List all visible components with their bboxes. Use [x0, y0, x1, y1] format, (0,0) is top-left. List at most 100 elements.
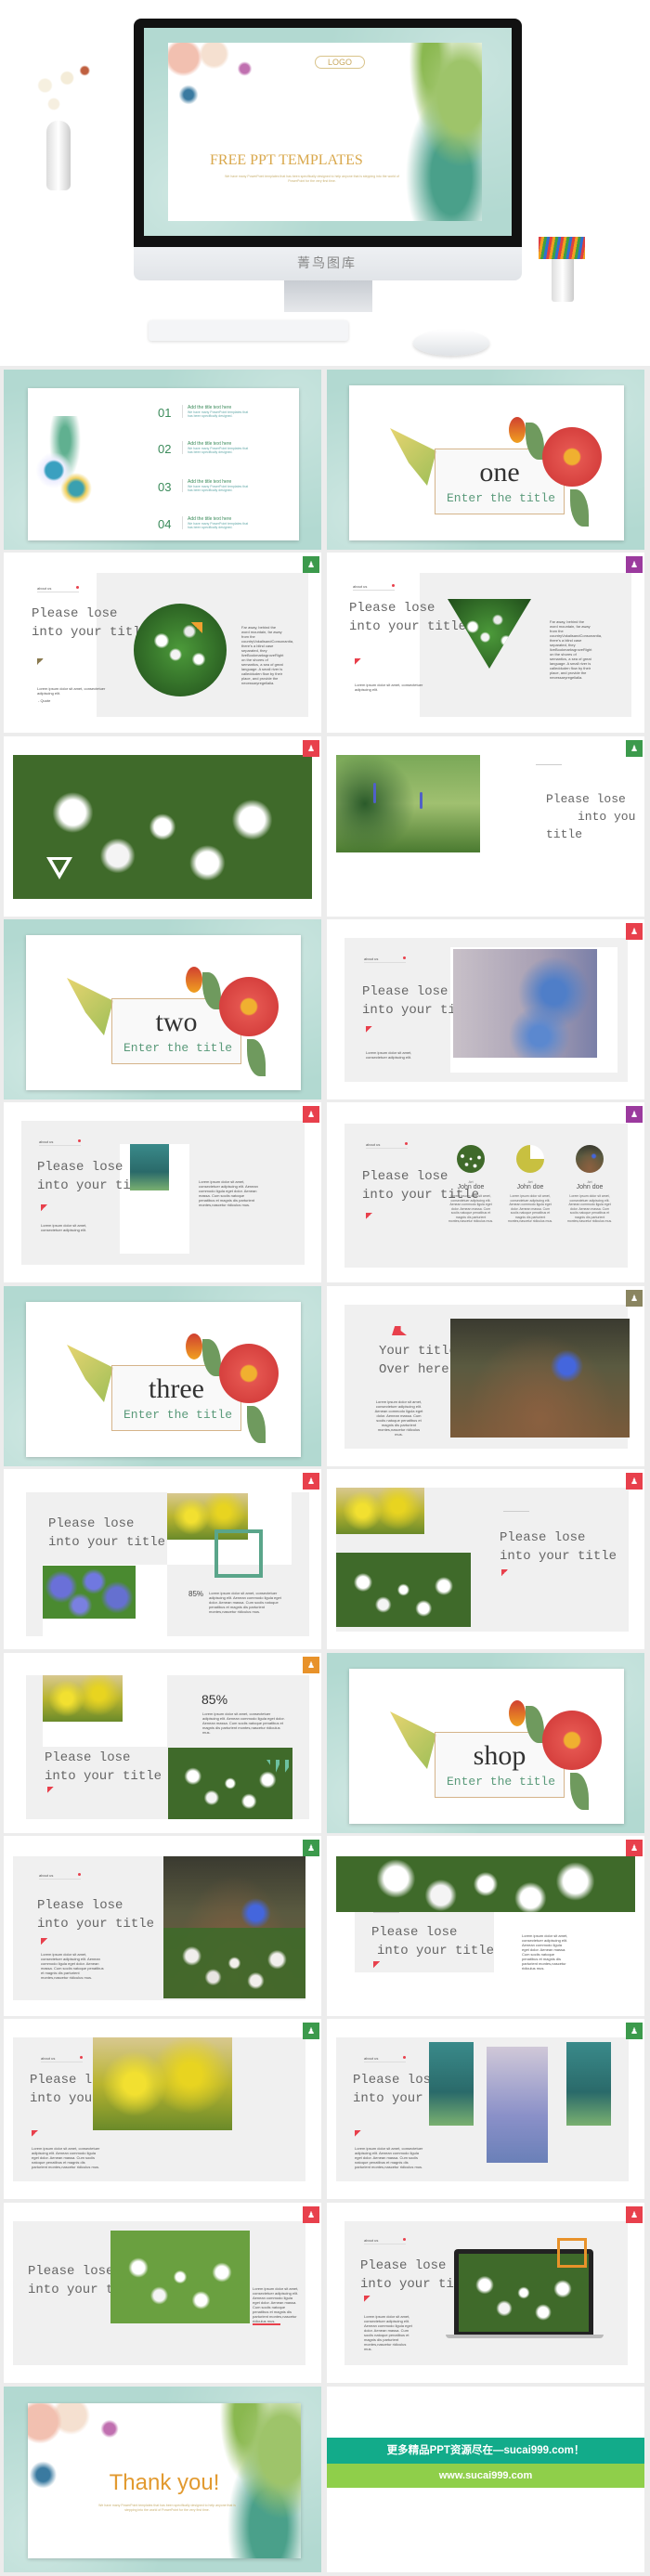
lorem-text: Lorem ipsum dolor sit amet, consectetuer… — [41, 1952, 104, 1980]
slide-title-photo-right[interactable]: ♟ about us Please lose into your title Lo… — [4, 1836, 321, 2016]
fern-decoration — [390, 428, 436, 486]
pencil-cup — [552, 255, 574, 302]
slide-toc[interactable]: 01 Add the title text here We have many P… — [4, 370, 321, 550]
person-icon[interactable]: ♟ — [626, 923, 643, 940]
person-icon[interactable]: ♟ — [303, 1106, 319, 1123]
leaf-decoration — [570, 1773, 589, 1810]
title-line: into your title — [377, 1944, 495, 1958]
person-icon[interactable]: ♟ — [303, 1473, 319, 1490]
person-icon[interactable]: ♟ — [303, 2206, 319, 2223]
white-flowers-photo — [336, 1553, 471, 1627]
person-icon[interactable]: ♟ — [626, 2206, 643, 2223]
person-icon[interactable]: ♟ — [303, 1840, 319, 1856]
teal-photo — [566, 2042, 611, 2126]
person-icon[interactable]: ♟ — [626, 2023, 643, 2039]
circle-photo — [134, 604, 227, 696]
person-icon[interactable]: ♟ — [626, 1290, 643, 1307]
slide-three-photos[interactable]: ♟ about us Please lose into your title Lo… — [327, 2019, 644, 2199]
member-bio: Lorem ipsum dolor sit amet, consectetuer… — [566, 1194, 613, 1223]
body-text: Lorem ipsum dolor sit amet, consectetuer… — [37, 686, 106, 696]
slide-photo-full[interactable]: ♟ — [4, 736, 321, 917]
bouquet-decoration — [28, 416, 102, 537]
fern-decoration — [67, 978, 113, 1035]
promo-banner-slide[interactable]: 更多精品PPT资源尽在—sucai999.com！ www.sucai999.c… — [327, 2387, 644, 2572]
flowers-decoration — [19, 56, 107, 130]
slide-laptop[interactable]: ♟ about us Please lose into your title Lo… — [327, 2203, 644, 2383]
promo-banner-line[interactable]: 更多精品PPT资源尽在—sucai999.com！ — [327, 2438, 644, 2464]
slide-85-grid[interactable]: ♟ Please lose into your title 85% Lorem i… — [4, 1469, 321, 1649]
slide-about-triangle[interactable]: ♟ about us Please lose into your title Lo… — [327, 553, 644, 733]
slide-photo-center[interactable]: ♟ Please lose into your title Lorem ipsum… — [4, 2203, 321, 2383]
avatar — [516, 1145, 544, 1173]
person-icon[interactable]: ♟ — [626, 1473, 643, 1490]
avatar — [576, 1145, 604, 1173]
slide-photos-title-right[interactable]: ♟ Please lose into your title — [327, 1469, 644, 1649]
slide-team[interactable]: ♟ about us Please lose into your title Ar… — [327, 1102, 644, 1282]
person-icon[interactable]: ♟ — [303, 1657, 319, 1673]
slide-chapter-one[interactable]: one Enter the title — [327, 370, 644, 550]
slide-chapter-shop[interactable]: shop Enter the title — [327, 1653, 644, 1833]
toc-item[interactable]: 03 — [158, 479, 171, 496]
team-member[interactable]: Art John doe Lorem ipsum dolor sit amet,… — [507, 1145, 553, 1224]
goldenrod-photo-overlay — [93, 2037, 232, 2130]
slide-photo-right-title[interactable]: ♟ Please lose into you title — [327, 736, 644, 917]
person-icon[interactable]: ♟ — [626, 556, 643, 573]
corner-flag — [47, 1787, 54, 1793]
person-icon[interactable]: ♟ — [303, 2023, 319, 2039]
logo-badge: LOGO — [315, 56, 365, 69]
chapter-subtitle: Enter the title — [447, 491, 556, 505]
accent-line — [253, 2323, 280, 2325]
hero-slide: LOGO FREE PPT TEMPLATES We have many Pow… — [168, 43, 482, 221]
toc-item[interactable]: 04 — [158, 516, 171, 533]
person-icon[interactable]: ♟ — [303, 740, 319, 757]
title-line: Please lose — [37, 1898, 124, 1913]
slide-about-narrow-photo[interactable]: ♟ about us Please lose into your title Lo… — [4, 1102, 321, 1282]
title-line: into your title — [349, 619, 467, 634]
slide-chapter-three[interactable]: three Enter the title — [4, 1286, 321, 1466]
team-member[interactable]: Art John doe Lorem ipsum dolor sit amet,… — [448, 1145, 494, 1224]
lorem-text: Lorem ipsum dolor sit amet, consectetuer… — [253, 2286, 299, 2323]
toc-item[interactable]: 02 — [158, 441, 171, 458]
divider — [536, 764, 562, 765]
slide-your-title[interactable]: ♟ Your title Over here Lorem ipsum dolor … — [327, 1286, 644, 1466]
person-icon[interactable]: ♟ — [626, 1840, 643, 1856]
slide-about-circle[interactable]: ♟ about us Please lose into your title Lo… — [4, 553, 321, 733]
slide-85-top[interactable]: ♟ 85% Lorem ipsum dolor sit amet, consec… — [4, 1653, 321, 1833]
section-tag: about us — [353, 584, 395, 591]
team-member[interactable]: Art John doe Lorem ipsum dolor sit amet,… — [566, 1145, 613, 1224]
person-icon[interactable]: ♟ — [626, 740, 643, 757]
person-icon[interactable]: ♟ — [303, 556, 319, 573]
person-icon[interactable]: ♟ — [626, 1106, 643, 1123]
slide-title: Please lose into your title — [32, 605, 149, 642]
corner-flag — [41, 1938, 47, 1945]
forget-me-not-photo — [453, 949, 597, 1058]
leaf-decoration — [570, 489, 589, 527]
slide-about-blue-flower[interactable]: ♟ about us Please lose into your title Lo… — [327, 919, 644, 1099]
rose-decoration — [219, 1344, 279, 1403]
section-tag: about us — [364, 2238, 406, 2244]
slide-yellow-field[interactable]: ♟ about us Please lose into your title Lo… — [4, 2019, 321, 2199]
percent-value: 85% — [188, 1590, 204, 1598]
slide-wide-photo-title[interactable]: ♟ Please lose into your title Lorem ipsum… — [327, 1836, 644, 2016]
toc-desc: We have many PowerPoint templates that h… — [188, 410, 249, 418]
teal-photo — [429, 2042, 474, 2126]
white-flowers-photo — [336, 1856, 635, 1912]
title-line: into your title — [45, 1769, 162, 1784]
goldenrod-photo — [336, 1488, 424, 1534]
fern-decoration — [67, 1345, 113, 1402]
mouse — [413, 330, 489, 356]
promo-website-link[interactable]: www.sucai999.com — [327, 2464, 644, 2488]
slide-chapter-two[interactable]: two Enter the title — [4, 919, 321, 1099]
corner-flag — [364, 2296, 370, 2302]
slide-thank-you[interactable]: Thank you! We have many PowerPoint templ… — [4, 2387, 321, 2572]
slide-title: Please lose into your title — [48, 1515, 165, 1552]
forest-flower-photo — [163, 1856, 306, 1998]
leaf-decoration — [247, 1406, 266, 1443]
toc-item[interactable]: 01 — [158, 405, 171, 422]
corner-flag — [501, 1569, 508, 1576]
title-line: Please lose — [500, 1530, 586, 1545]
vase — [46, 121, 71, 190]
keyboard — [149, 320, 348, 341]
title-line: Over here — [379, 1362, 449, 1377]
lorem-text: Lorem ipsum dolor sit amet, consectetuer… — [522, 1933, 568, 1971]
